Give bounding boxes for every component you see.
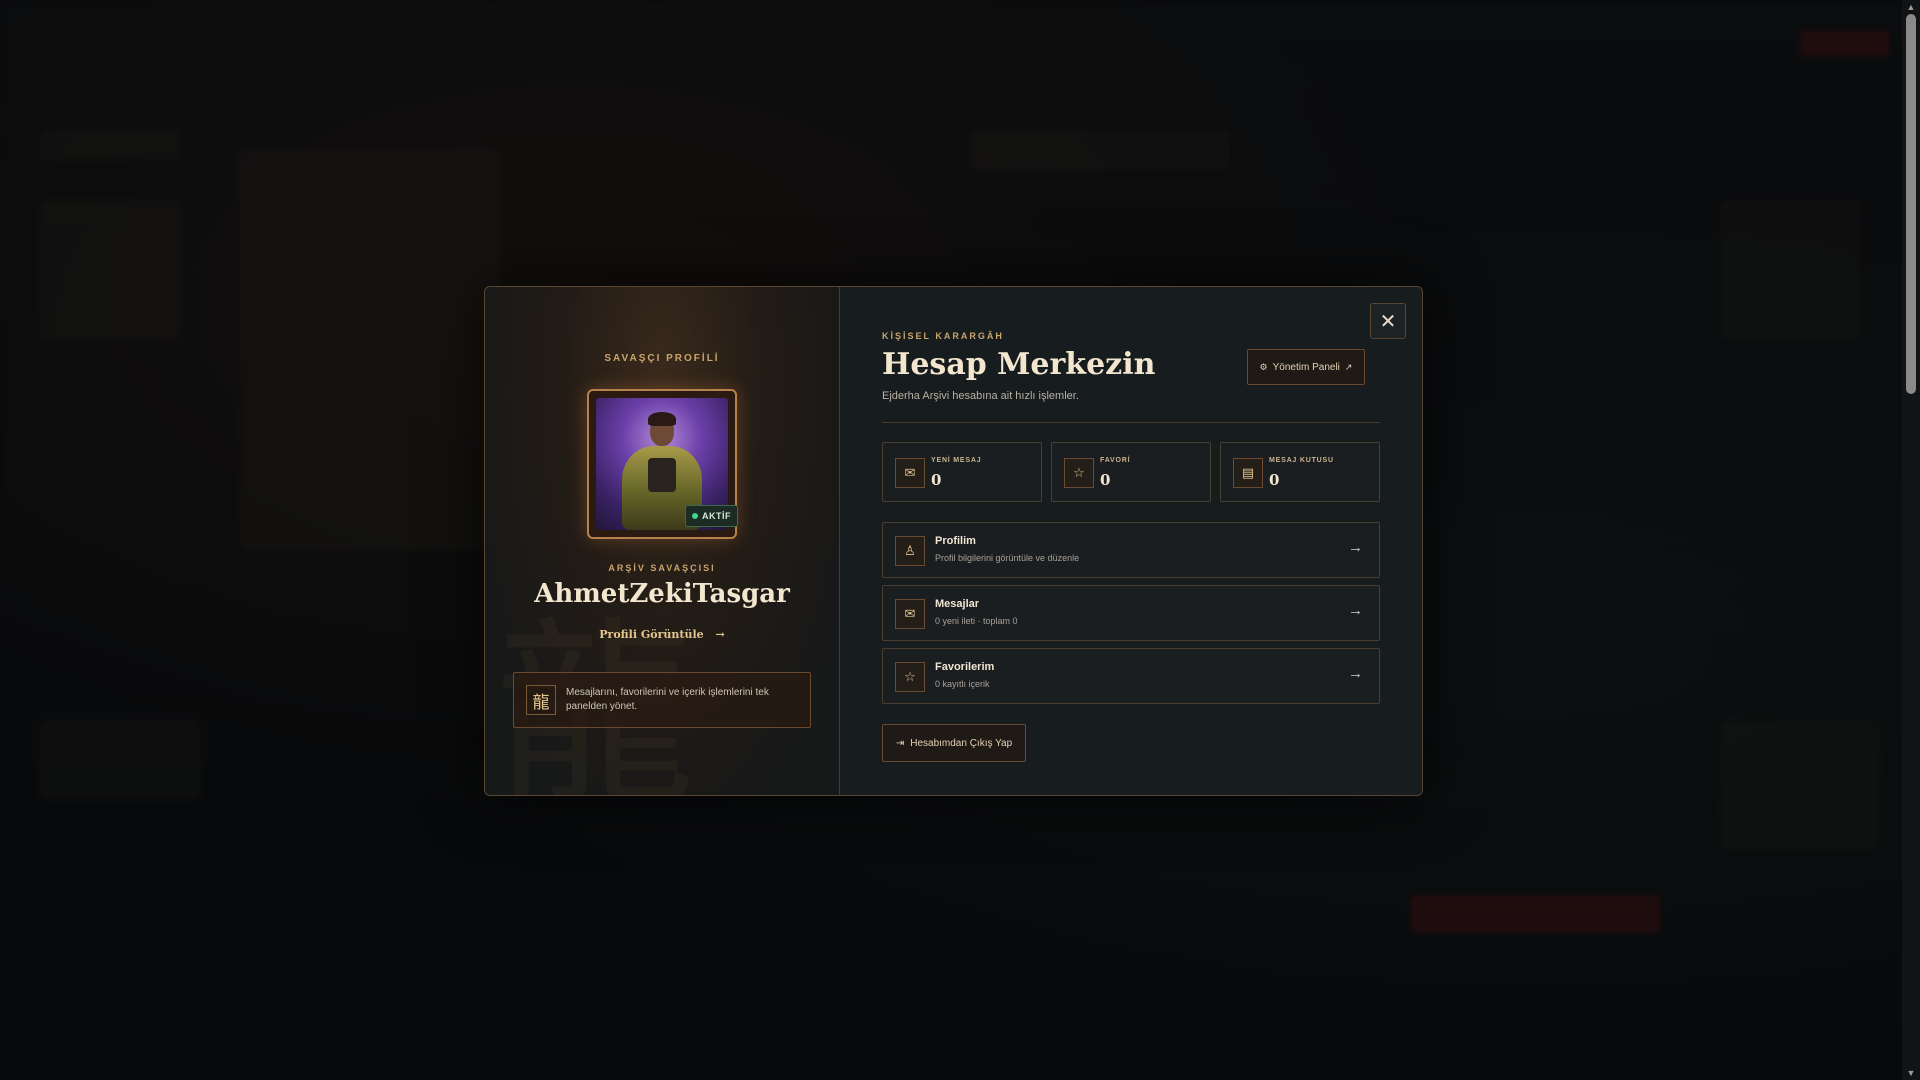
nav-item-profile[interactable]: ♙ Profilim Profil bilgilerini görüntüle …: [882, 522, 1380, 578]
stat-label: MESAJ KUTUSU: [1269, 457, 1334, 464]
info-text: Mesajlarını, favorilerini ve içerik işle…: [566, 687, 769, 712]
star-icon: ☆: [1064, 458, 1094, 488]
status-dot-icon: [692, 513, 698, 519]
mail-icon: ✉: [895, 458, 925, 488]
inbox-icon: ▤: [1233, 458, 1263, 488]
arrow-right-icon: →: [1348, 602, 1363, 619]
nav-item-title: Favorilerim: [935, 661, 995, 673]
gear-icon: ⚙: [1259, 361, 1268, 372]
stat-label: YENİ MESAJ: [931, 457, 982, 464]
avatar[interactable]: AKTİF: [587, 389, 738, 539]
hub-eyebrow: KİŞİSEL KARARGÂH: [882, 331, 1004, 341]
account-modal: 龍 SAVAŞÇI PROFİLİ AKTİF ARŞİV SAVAŞÇISI …: [484, 286, 1423, 796]
account-hub-panel: ✕ KİŞİSEL KARARGÂH Hesap Merkezin Ejderh…: [840, 287, 1422, 795]
arrow-right-icon: →: [1348, 539, 1363, 556]
star-icon: ☆: [895, 662, 925, 692]
stat-card-favorites[interactable]: ☆ FAVORİ 0: [1051, 442, 1211, 502]
external-link-icon: ↗: [1344, 361, 1353, 372]
user-icon: ♙: [895, 536, 925, 566]
status-badge: AKTİF: [685, 505, 738, 527]
profile-eyebrow: SAVAŞÇI PROFİLİ: [604, 353, 720, 364]
scroll-up-icon[interactable]: ▲: [1906, 2, 1916, 12]
logout-icon: ⇥: [895, 737, 905, 749]
nav-item-subtitle: Profil bilgilerini görüntüle ve düzenle: [935, 553, 1080, 563]
nav-item-title: Mesajlar: [935, 598, 980, 610]
mail-icon: ✉: [895, 599, 925, 629]
arrow-right-icon: →: [1348, 665, 1363, 682]
page-scrollbar[interactable]: ▲ ▼: [1902, 0, 1920, 1080]
stat-card-new-messages[interactable]: ✉ YENİ MESAJ 0: [882, 442, 1042, 502]
arrow-right-icon: →: [715, 628, 725, 641]
info-box: 龍 Mesajlarını, favorilerini ve içerik iş…: [513, 672, 811, 728]
view-profile-label: Profili Görüntüle: [599, 628, 704, 641]
close-button[interactable]: ✕: [1370, 303, 1406, 339]
logout-label: Hesabımdan Çıkış Yap: [910, 737, 1013, 749]
avatar-figure-core: [648, 458, 676, 492]
scroll-down-icon[interactable]: ▼: [1906, 1068, 1916, 1078]
nav-item-messages[interactable]: ✉ Mesajlar 0 yeni ileti · toplam 0 →: [882, 585, 1380, 641]
close-icon: ✕: [1379, 310, 1397, 333]
stat-value: 0: [931, 471, 942, 489]
nav-item-subtitle: 0 yeni ileti · toplam 0: [935, 616, 1018, 626]
nav-item-favorites[interactable]: ☆ Favorilerim 0 kayıtlı içerik →: [882, 648, 1380, 704]
avatar-figure-hair: [648, 412, 676, 426]
scrollbar-thumb[interactable]: [1906, 14, 1916, 394]
username: AhmetZekiTasgar: [534, 579, 790, 609]
divider: [882, 422, 1380, 423]
view-profile-link[interactable]: Profili Görüntüle →: [485, 628, 839, 641]
admin-panel-label: Yönetim Paneli: [1272, 361, 1340, 373]
profile-panel: 龍 SAVAŞÇI PROFİLİ AKTİF ARŞİV SAVAŞÇISI …: [485, 287, 840, 795]
page-subtitle: Ejderha Arşivi hesabına ait hızlı işleml…: [882, 390, 1079, 402]
page-title: Hesap Merkezin: [882, 347, 1156, 382]
logout-button[interactable]: ⇥ Hesabımdan Çıkış Yap: [882, 724, 1026, 762]
nav-item-title: Profilim: [935, 535, 976, 547]
admin-panel-button[interactable]: ⚙ Yönetim Paneli ↗: [1247, 349, 1365, 385]
nav-item-subtitle: 0 kayıtlı içerik: [935, 679, 990, 689]
stat-value: 0: [1100, 471, 1111, 489]
stat-value: 0: [1269, 471, 1280, 489]
dragon-icon: 龍: [526, 685, 556, 715]
stat-label: FAVORİ: [1100, 457, 1131, 464]
stat-card-inbox[interactable]: ▤ MESAJ KUTUSU 0: [1220, 442, 1380, 502]
status-label: AKTİF: [702, 511, 731, 521]
rank-label: ARŞİV SAVAŞÇISI: [608, 563, 716, 573]
